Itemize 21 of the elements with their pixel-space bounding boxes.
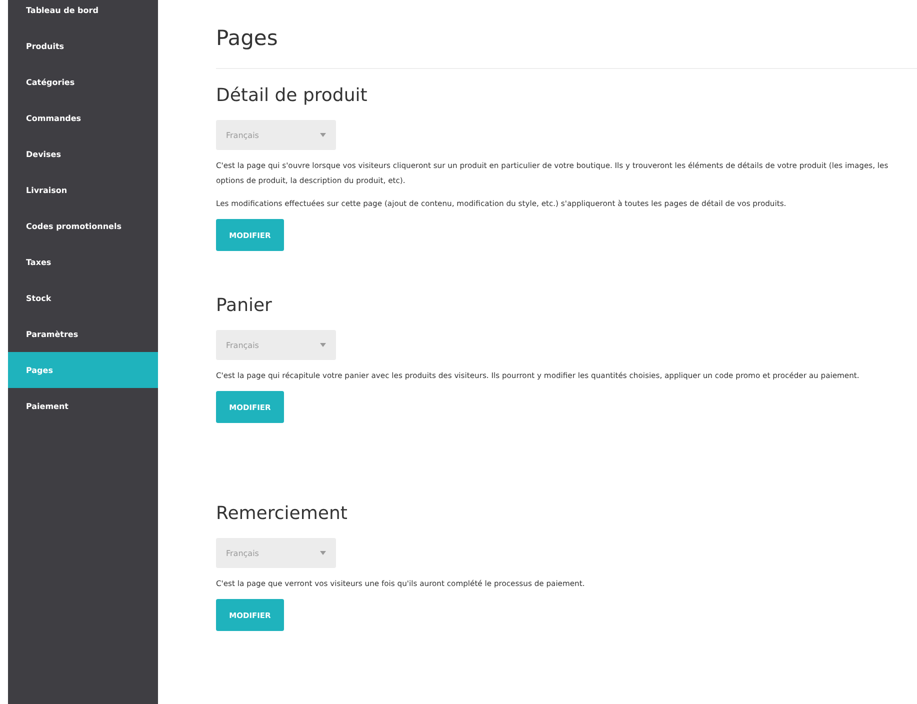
caret-icon: [320, 343, 326, 347]
sidebar-item[interactable]: Stock: [8, 280, 158, 316]
sidebar-item[interactable]: Paramètres: [8, 316, 158, 352]
sidebar-item[interactable]: Catégories: [8, 64, 158, 100]
sidebar-item[interactable]: Devises: [8, 136, 158, 172]
select-value: Français: [226, 340, 259, 350]
sidebar-item[interactable]: Livraison: [8, 172, 158, 208]
caret-icon: [320, 133, 326, 137]
section-heading: Détail de produit: [216, 85, 368, 106]
sidebar-item[interactable]: Produits: [8, 28, 158, 64]
section-heading: Remerciement: [216, 503, 348, 524]
select-value: Français: [226, 130, 259, 140]
sidebar-item[interactable]: Paiement: [8, 388, 158, 424]
sidebar-item[interactable]: Taxes: [8, 244, 158, 280]
section-heading: Panier: [216, 295, 272, 316]
sidebar-item[interactable]: Tableau de bord: [8, 0, 158, 28]
sidebar-item[interactable]: Codes promotionnels: [8, 208, 158, 244]
select-value: Français: [226, 548, 259, 558]
sidebar-item[interactable]: Commandes: [8, 100, 158, 136]
page-title: Pages: [216, 26, 917, 69]
caret-icon: [320, 551, 326, 555]
